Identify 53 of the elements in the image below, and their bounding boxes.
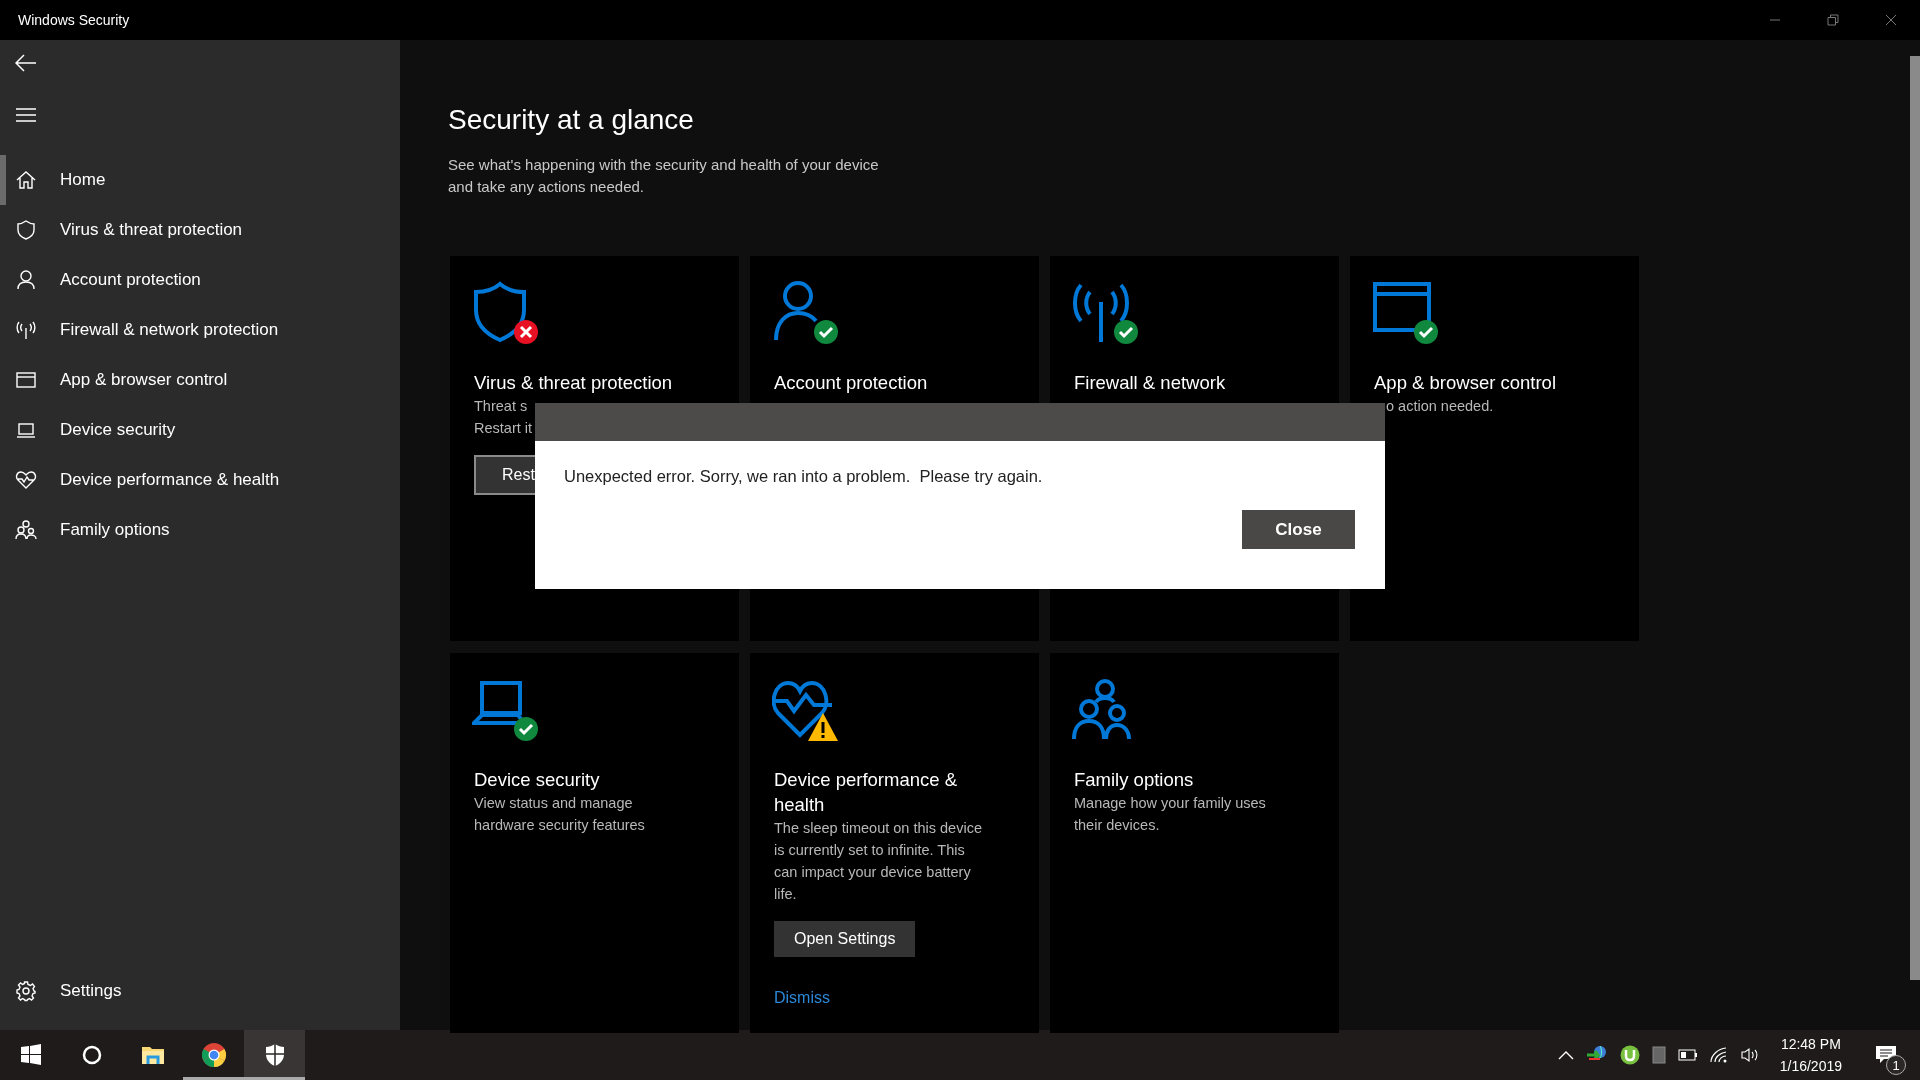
clock[interactable]: 12:48 PM 1/16/2019 xyxy=(1779,1033,1842,1077)
sidebar-item[interactable]: Firewall & network protection xyxy=(0,305,400,355)
card-description: o action needed. xyxy=(1385,397,1494,416)
heart-icon xyxy=(15,469,37,491)
person-icon xyxy=(772,280,840,346)
sidebar-item[interactable]: App & browser control xyxy=(0,355,400,405)
card-title: App & browser control xyxy=(1374,371,1556,395)
speaker-icon[interactable] xyxy=(1739,1047,1760,1063)
close-icon[interactable] xyxy=(1885,14,1897,26)
close-button[interactable]: Close xyxy=(1242,510,1355,549)
sidebar-item[interactable]: Device security xyxy=(0,405,400,455)
action-button[interactable]: Open Settings xyxy=(774,921,916,957)
card-title: Virus & threat protection xyxy=(474,371,673,395)
card-description: View status and manage hardware security features xyxy=(474,794,645,835)
card-description: Threat s Restart it xyxy=(474,397,532,438)
card-title: Device security xyxy=(474,768,600,792)
card-description: The sleep timeout on this device is currently set to infinite. This can impact your device battery life. xyxy=(774,819,982,904)
page-title: Security at a glance xyxy=(448,104,695,136)
browser-icon xyxy=(200,1042,227,1068)
page-subtitle: See what's happening with the security and health of your device and take any actions needed. xyxy=(448,155,879,197)
taskbar-button[interactable] xyxy=(244,1030,305,1080)
sidebar-item[interactable]: Device performance & health xyxy=(0,455,400,505)
sidebar-item[interactable]: Family options xyxy=(0,505,400,555)
home-icon xyxy=(15,169,37,191)
window-title: Windows Security xyxy=(18,12,130,28)
shield-icon xyxy=(472,280,540,346)
torrent-icon[interactable] xyxy=(1619,1045,1640,1065)
card-description: Manage how your family uses their devices. xyxy=(1074,794,1266,835)
card-title: Family options xyxy=(1074,768,1194,792)
scrollbar[interactable] xyxy=(1910,56,1920,980)
wifi-icon[interactable] xyxy=(1709,1047,1728,1063)
sidebar-item[interactable]: Virus & threat protection xyxy=(0,205,400,255)
settings-item[interactable]: Settings xyxy=(0,966,400,1016)
sidebar-item[interactable]: Account protection xyxy=(0,255,400,305)
window-icon xyxy=(15,369,37,391)
menu-icon[interactable] xyxy=(15,108,37,122)
battery-icon[interactable] xyxy=(1677,1049,1698,1061)
card-title: Device performance & health xyxy=(774,768,958,817)
card-title: Firewall & network xyxy=(1074,371,1226,395)
grid-icon[interactable] xyxy=(1651,1046,1666,1064)
chevron-up-icon[interactable] xyxy=(1557,1050,1574,1060)
dismiss-link[interactable]: Dismiss xyxy=(774,989,830,1007)
notification-count: 1 xyxy=(1886,1055,1906,1075)
restore-icon[interactable] xyxy=(1827,14,1839,26)
sidebar-item[interactable]: Home xyxy=(0,155,400,205)
back-arrow-icon[interactable] xyxy=(15,54,37,72)
antenna-icon xyxy=(15,319,37,341)
card-title: Account protection xyxy=(774,371,928,395)
window-icon xyxy=(1372,280,1440,346)
family-icon xyxy=(15,519,37,541)
person-icon xyxy=(15,269,37,291)
settings-icon xyxy=(15,980,37,1002)
shield-icon xyxy=(15,219,37,241)
